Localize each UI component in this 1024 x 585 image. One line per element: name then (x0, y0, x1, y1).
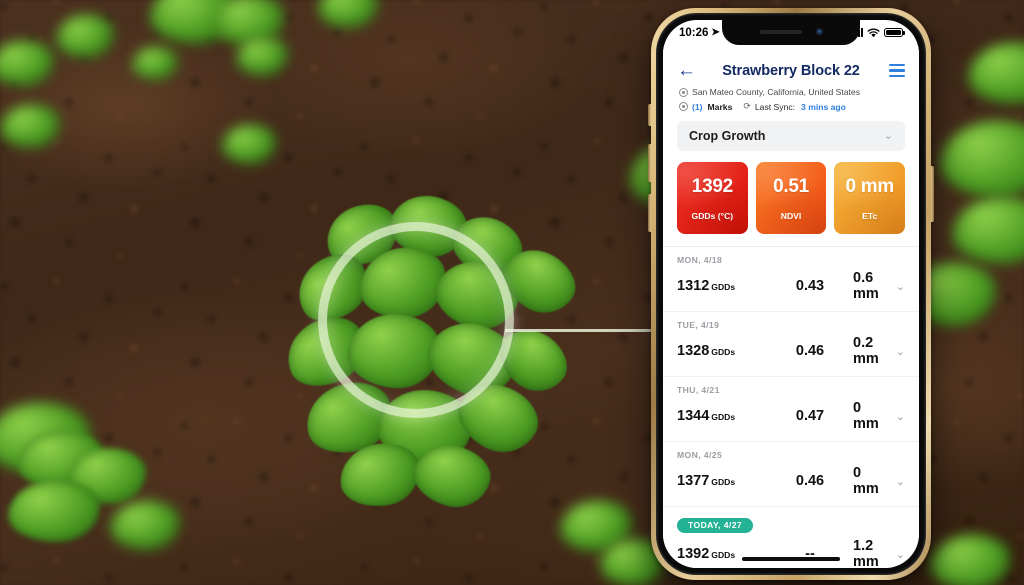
row-gdd-unit: GDDs (711, 282, 736, 292)
row-values: 1392 GDDs -- 1.2 mm ⌄ (677, 538, 905, 568)
metric-card-ndvi[interactable]: 0.51 NDVI (755, 162, 827, 234)
table-row[interactable]: MON, 4/18 1312 GDDs 0.43 0.6 mm ⌄ (663, 247, 919, 312)
row-values: 1377 GDDs 0.46 0 mm ⌄ (677, 465, 905, 497)
row-date: MON, 4/25 (677, 450, 723, 460)
daily-readings-list: MON, 4/18 1312 GDDs 0.43 0.6 mm ⌄ TUE, 4/… (663, 246, 919, 568)
row-gdd-value: 1312 (677, 278, 710, 294)
metric-value: 0 mm (845, 175, 894, 197)
phone-device: 10:26 ➤ ← Strawberry Block 22 San Mateo … (648, 8, 934, 580)
row-gdd: 1344 GDDs (677, 408, 773, 424)
row-gdd: 1328 GDDs (677, 343, 773, 359)
row-ndvi: 0.46 (795, 473, 825, 489)
row-etc: 0.2 mm (853, 335, 879, 367)
mute-switch[interactable] (648, 104, 651, 126)
volume-up-button[interactable] (648, 144, 651, 182)
marks-sync-row: (1) Marks ⟳ Last Sync: 3 mins ago (663, 101, 919, 112)
row-gdd-unit: GDDs (711, 347, 736, 357)
app-header: ← Strawberry Block 22 (663, 45, 919, 80)
status-bar-left: 10:26 ➤ (679, 27, 720, 39)
row-values: 1344 GDDs 0.47 0 mm ⌄ (677, 400, 905, 432)
row-date: TUE, 4/19 (677, 320, 720, 330)
sync-label: Last Sync: (754, 101, 796, 112)
row-etc: 1.2 mm (853, 538, 879, 568)
page-title: Strawberry Block 22 (722, 62, 860, 79)
chevron-down-icon[interactable]: ⌄ (889, 345, 905, 358)
status-time: 10:26 (679, 26, 709, 39)
metric-label: GDDs (°C) (691, 210, 734, 221)
row-gdd-value: 1328 (677, 343, 710, 359)
row-gdd-unit: GDDs (711, 477, 736, 487)
phone-screen: 10:26 ➤ ← Strawberry Block 22 San Mateo … (663, 20, 919, 568)
row-gdd-unit: GDDs (711, 412, 736, 422)
power-button[interactable] (931, 166, 934, 222)
volume-down-button[interactable] (648, 194, 651, 232)
marks-label: Marks (707, 101, 733, 112)
row-gdd-value: 1344 (677, 408, 710, 424)
chevron-down-icon[interactable]: ⌄ (889, 548, 905, 561)
metric-cards: 1392 GDDs (°C) 0.51 NDVI 0 mm ETc (663, 151, 919, 246)
metric-label: ETc (862, 210, 878, 221)
notch (722, 20, 860, 45)
back-button[interactable]: ← (677, 61, 699, 80)
row-ndvi: 0.46 (795, 343, 825, 359)
chevron-down-icon: ⌄ (883, 129, 893, 142)
hamburger-menu-icon[interactable] (883, 63, 905, 78)
metric-card-etc[interactable]: 0 mm ETc (834, 162, 906, 234)
location-pin-icon (679, 87, 688, 97)
table-row[interactable]: THU, 4/21 1344 GDDs 0.47 0 mm ⌄ (663, 377, 919, 442)
metric-label: NDVI (780, 210, 802, 221)
app-content: ← Strawberry Block 22 San Mateo County, … (663, 45, 919, 568)
sync-value: 3 mins ago (801, 101, 846, 112)
row-gdd-value: 1392 (677, 546, 710, 562)
crop-growth-selector-label: Crop Growth (689, 129, 766, 143)
row-gdd: 1377 GDDs (677, 473, 773, 489)
chevron-down-icon[interactable]: ⌄ (889, 410, 905, 423)
table-row[interactable]: TUE, 4/19 1328 GDDs 0.46 0.2 mm ⌄ (663, 312, 919, 377)
phone-bezel: 10:26 ➤ ← Strawberry Block 22 San Mateo … (656, 13, 926, 575)
row-gdd-value: 1377 (677, 473, 710, 489)
metric-value: 0.51 (773, 175, 809, 197)
earpiece-speaker (759, 29, 802, 34)
battery-full-icon (884, 27, 905, 38)
row-values: 1312 GDDs 0.43 0.6 mm ⌄ (677, 270, 905, 302)
table-row[interactable]: MON, 4/25 1377 GDDs 0.46 0 mm ⌄ (663, 442, 919, 507)
row-etc: 0.6 mm (853, 270, 879, 302)
row-ndvi: 0.47 (795, 408, 825, 424)
row-gdd: 1312 GDDs (677, 278, 773, 294)
wifi-icon (867, 28, 880, 37)
row-etc: 0 mm (853, 465, 879, 497)
metric-value: 1392 (691, 175, 733, 197)
crop-highlight-ring (318, 222, 514, 418)
location-text: San Mateo County, California, United Sta… (692, 87, 860, 97)
metric-card-gdds[interactable]: 1392 GDDs (°C) (677, 162, 748, 234)
location-arrow-icon: ➤ (711, 27, 720, 38)
today-badge: TODAY, 4/27 (677, 517, 754, 533)
row-gdd-unit: GDDs (711, 550, 736, 560)
refresh-icon[interactable]: ⟳ (743, 101, 751, 112)
row-date: MON, 4/18 (677, 255, 723, 265)
row-date: THU, 4/21 (677, 385, 720, 395)
chevron-down-icon[interactable]: ⌄ (889, 475, 905, 488)
row-ndvi: 0.43 (795, 278, 825, 294)
marks-icon (679, 102, 688, 111)
marks-count[interactable]: (1) (692, 102, 703, 112)
row-values: 1328 GDDs 0.46 0.2 mm ⌄ (677, 335, 905, 367)
front-camera-icon (815, 28, 823, 35)
location-row: San Mateo County, California, United Sta… (663, 87, 919, 97)
row-etc: 0 mm (853, 400, 879, 432)
home-indicator[interactable] (742, 557, 840, 561)
chevron-down-icon[interactable]: ⌄ (889, 280, 905, 293)
callout-connector-line (505, 329, 665, 332)
crop-growth-selector[interactable]: Crop Growth ⌄ (677, 121, 905, 151)
